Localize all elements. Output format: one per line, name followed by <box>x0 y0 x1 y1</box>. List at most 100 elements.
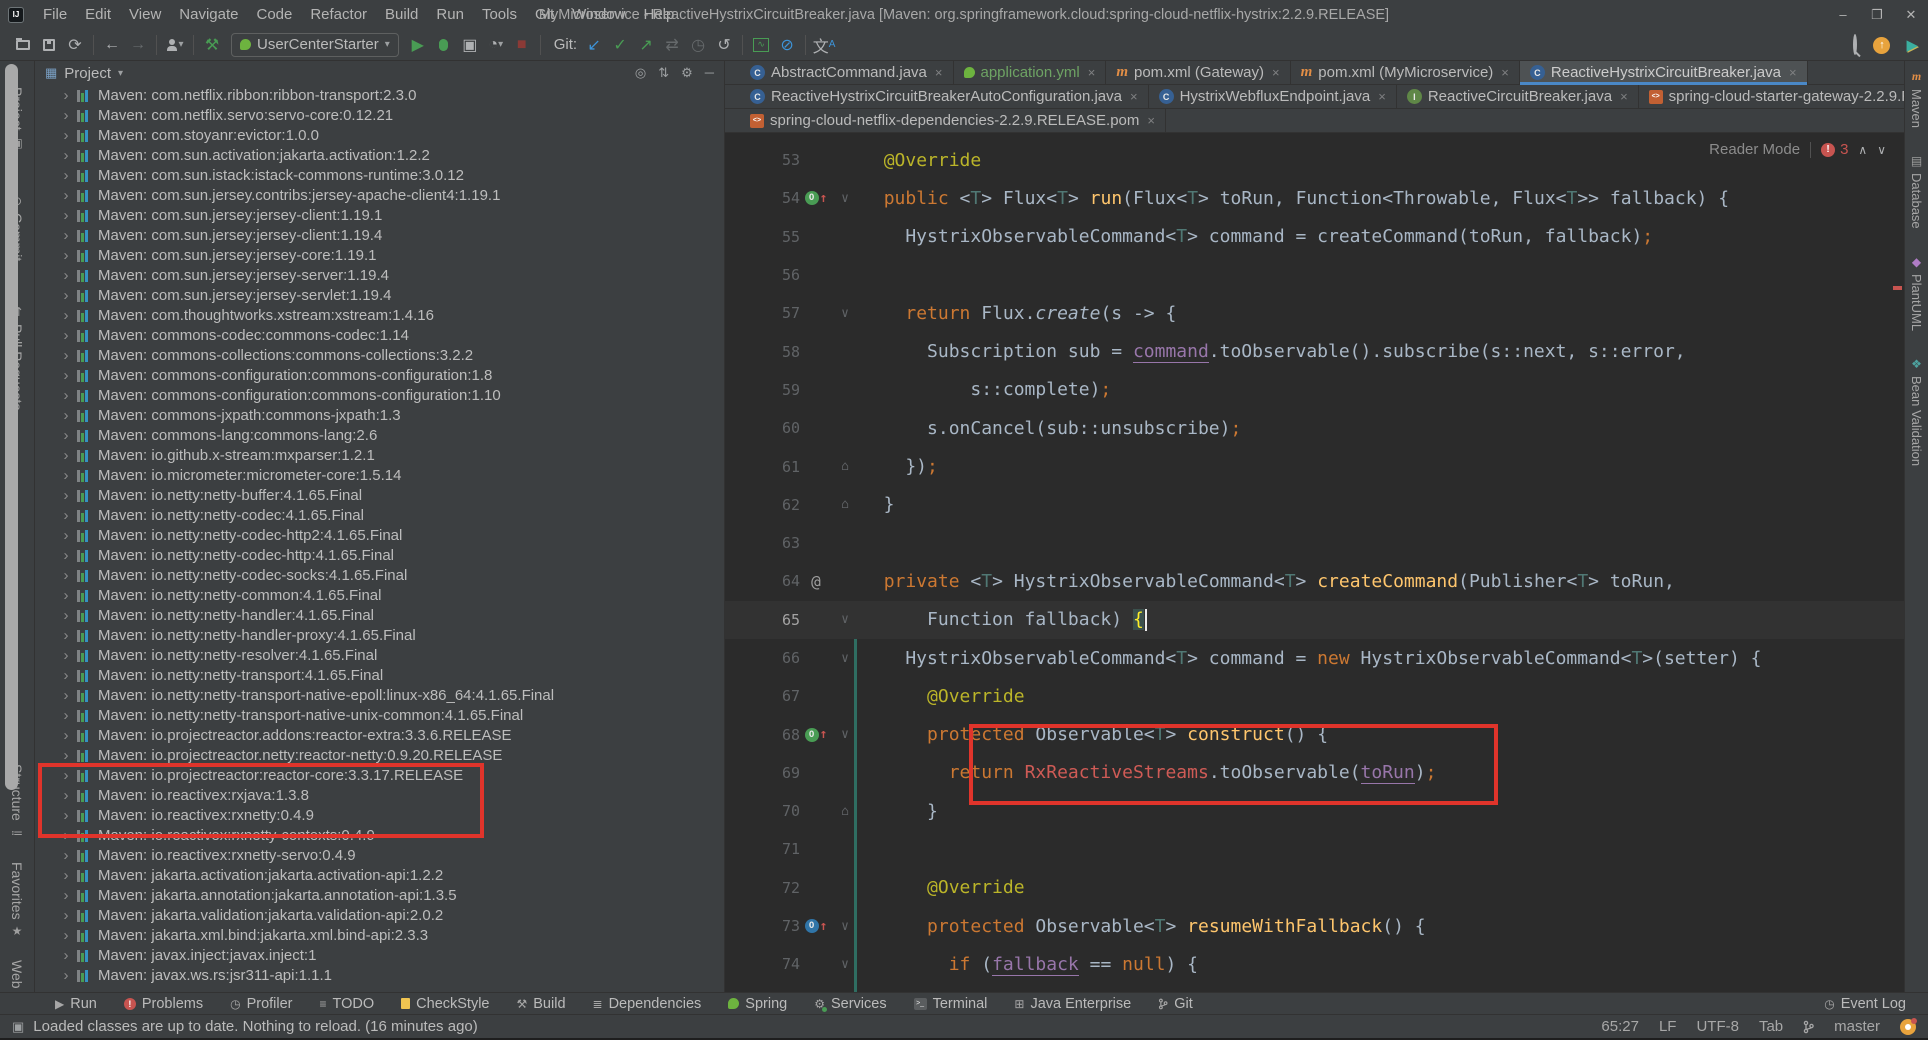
menu-tools[interactable]: Tools <box>473 0 526 29</box>
chevron-right-icon[interactable]: › <box>57 367 75 384</box>
menu-code[interactable]: Code <box>247 0 301 29</box>
tree-item[interactable]: ›Maven: io.netty:netty-resolver:4.1.65.F… <box>35 645 724 665</box>
tree-item[interactable]: ›Maven: com.sun.jersey:jersey-client:1.1… <box>35 205 724 225</box>
tree-item[interactable]: ›Maven: io.projectreactor.addons:reactor… <box>35 725 724 745</box>
chevron-right-icon[interactable]: › <box>57 607 75 624</box>
fold-marker[interactable]: ∨ <box>832 306 858 321</box>
tree-item[interactable]: ›Maven: io.reactivex:rxnetty:0.4.9 <box>35 805 724 825</box>
collapse-all-icon[interactable]: ⇅ <box>658 65 669 81</box>
tree-item[interactable]: ›Maven: javax.ws.rs:jsr311-api:1.1.1 <box>35 965 724 985</box>
chevron-right-icon[interactable]: › <box>57 907 75 924</box>
code-line-73[interactable]: 73O↑∨ protected Observable<T> resumeWith… <box>725 907 1904 945</box>
locate-file-icon[interactable]: ◎ <box>635 65 646 81</box>
chevron-right-icon[interactable]: › <box>57 307 75 324</box>
tool-stripe-bean-validation[interactable]: ❖Bean Validation <box>1909 357 1924 466</box>
chevron-right-icon[interactable]: › <box>57 927 75 944</box>
profiler-monitor-icon[interactable]: ∿ <box>748 32 774 58</box>
chevron-right-icon[interactable]: › <box>57 947 75 964</box>
menu-refactor[interactable]: Refactor <box>301 0 376 29</box>
chevron-right-icon[interactable]: › <box>57 347 75 364</box>
tool-window-button-services[interactable]: ⚙Services <box>814 996 886 1012</box>
chevron-right-icon[interactable]: › <box>57 287 75 304</box>
line-number[interactable]: 61 <box>725 458 800 476</box>
chevron-right-icon[interactable]: › <box>57 627 75 644</box>
tree-item[interactable]: ›Maven: io.reactivex:rxnetty-contexts:0.… <box>35 825 724 845</box>
tree-item[interactable]: ›Maven: io.netty:netty-handler:4.1.65.Fi… <box>35 605 724 625</box>
line-number[interactable]: 70 <box>725 802 800 820</box>
tree-item[interactable]: ›Maven: io.reactivex:rxnetty-servo:0.4.9 <box>35 845 724 865</box>
tree-item[interactable]: ›Maven: io.netty:netty-common:4.1.65.Fin… <box>35 585 724 605</box>
fold-marker[interactable]: ∨ <box>832 919 858 934</box>
tool-window-button-terminal[interactable]: >_Terminal <box>914 996 988 1012</box>
close-tab-icon[interactable]: × <box>1789 65 1797 80</box>
chevron-right-icon[interactable]: › <box>57 647 75 664</box>
event-log-button[interactable]: ◷Event Log <box>1824 996 1906 1012</box>
chevron-right-icon[interactable]: › <box>57 447 75 464</box>
tree-item[interactable]: ›Maven: io.netty:netty-handler-proxy:4.1… <box>35 625 724 645</box>
git-branch-name[interactable]: master <box>1834 1018 1880 1035</box>
translate-icon[interactable]: 文A <box>811 32 837 58</box>
chevron-right-icon[interactable]: › <box>57 247 75 264</box>
code-line-74[interactable]: 74∨ if (fallback == null) { <box>725 945 1904 983</box>
window-layout-icon[interactable]: ▣ <box>12 1019 24 1035</box>
close-tab-icon[interactable]: × <box>935 65 943 80</box>
git-push-icon[interactable]: ↗ <box>633 32 659 58</box>
code-line-61[interactable]: 61⌂ }); <box>725 447 1904 485</box>
chevron-right-icon[interactable]: › <box>57 267 75 284</box>
override-method-icon[interactable]: O <box>805 919 819 933</box>
chevron-right-icon[interactable]: › <box>57 547 75 564</box>
hide-panel-icon[interactable]: ─ <box>705 65 714 81</box>
tree-item[interactable]: ›Maven: io.netty:netty-transport-native-… <box>35 705 724 725</box>
line-number[interactable]: 71 <box>725 840 800 858</box>
code-line-64[interactable]: 64@ private <T> HystrixObservableCommand… <box>725 562 1904 600</box>
editor-tab[interactable]: CAbstractCommand.java× <box>740 61 954 84</box>
tree-item[interactable]: ›Maven: io.netty:netty-codec-http:4.1.65… <box>35 545 724 565</box>
line-number[interactable]: 72 <box>725 879 800 897</box>
history-icon[interactable]: ◷ <box>685 32 711 58</box>
tool-window-button-checkstyle[interactable]: CheckStyle <box>401 996 489 1012</box>
tree-item[interactable]: ›Maven: com.netflix.servo:servo-core:0.1… <box>35 105 724 125</box>
caret-position[interactable]: 65:27 <box>1601 1018 1639 1035</box>
editor-tab[interactable]: CReactiveHystrixCircuitBreakerAutoConfig… <box>740 85 1149 108</box>
line-number[interactable]: 68 <box>725 726 800 744</box>
tree-item[interactable]: ›Maven: io.netty:netty-codec:4.1.65.Fina… <box>35 505 724 525</box>
git-commit-icon[interactable]: ✓ <box>607 32 633 58</box>
git-merge-icon[interactable]: ⇄ <box>659 32 685 58</box>
tree-item[interactable]: ›Maven: commons-configuration:commons-co… <box>35 365 724 385</box>
tool-window-button-run[interactable]: ▶Run <box>55 996 97 1012</box>
search-everywhere-icon[interactable] <box>1853 36 1857 54</box>
chevron-right-icon[interactable]: › <box>57 687 75 704</box>
disable-icon[interactable]: ⊘ <box>774 32 800 58</box>
editor-tab[interactable]: <>spring-cloud-starter-gateway-2.2.9.REL… <box>1639 85 1928 108</box>
override-method-icon[interactable]: O <box>805 191 819 205</box>
previous-error-icon[interactable]: ∧ <box>1858 143 1867 157</box>
chevron-right-icon[interactable]: › <box>57 407 75 424</box>
tree-item[interactable]: ›Maven: io.projectreactor.netty:reactor-… <box>35 745 724 765</box>
tree-item[interactable]: ›Maven: io.netty:netty-codec-http2:4.1.6… <box>35 525 724 545</box>
tool-window-button-todo[interactable]: ≡TODO <box>320 996 375 1012</box>
coverage-icon[interactable]: ▣ <box>457 32 483 58</box>
code-line-63[interactable]: 63 <box>725 524 1904 562</box>
tree-item[interactable]: ›Maven: jakarta.xml.bind:jakarta.xml.bin… <box>35 925 724 945</box>
close-tab-icon[interactable]: × <box>1501 65 1509 80</box>
tree-item[interactable]: ›Maven: commons-lang:commons-lang:2.6 <box>35 425 724 445</box>
rollback-icon[interactable]: ↺ <box>711 32 737 58</box>
line-number[interactable]: 73 <box>725 917 800 935</box>
tree-item[interactable]: ›Maven: commons-codec:commons-codec:1.14 <box>35 325 724 345</box>
chevron-right-icon[interactable]: › <box>57 967 75 984</box>
menu-run[interactable]: Run <box>427 0 473 29</box>
menu-file[interactable]: File <box>34 0 76 29</box>
chevron-right-icon[interactable]: › <box>57 787 75 804</box>
next-error-icon[interactable]: ∨ <box>1877 143 1886 157</box>
tree-item[interactable]: ›Maven: io.netty:netty-transport-native-… <box>35 685 724 705</box>
tree-item[interactable]: ›Maven: com.sun.jersey:jersey-servlet:1.… <box>35 285 724 305</box>
editor-tab[interactable]: CReactiveHystrixCircuitBreaker.java× <box>1520 61 1808 84</box>
code-line-60[interactable]: 60 s.onCancel(sub::unsubscribe); <box>725 409 1904 447</box>
menu-view[interactable]: View <box>120 0 170 29</box>
build-hammer-icon[interactable]: ⚒ <box>199 32 225 58</box>
editor-tab[interactable]: mpom.xml (MyMicroservice)× <box>1291 61 1520 84</box>
line-number[interactable]: 67 <box>725 687 800 705</box>
tool-stripe-database[interactable]: ▤Database <box>1909 154 1924 229</box>
debug-icon[interactable] <box>431 32 457 58</box>
tool-window-button-java-enterprise[interactable]: ⊞Java Enterprise <box>1014 996 1131 1012</box>
